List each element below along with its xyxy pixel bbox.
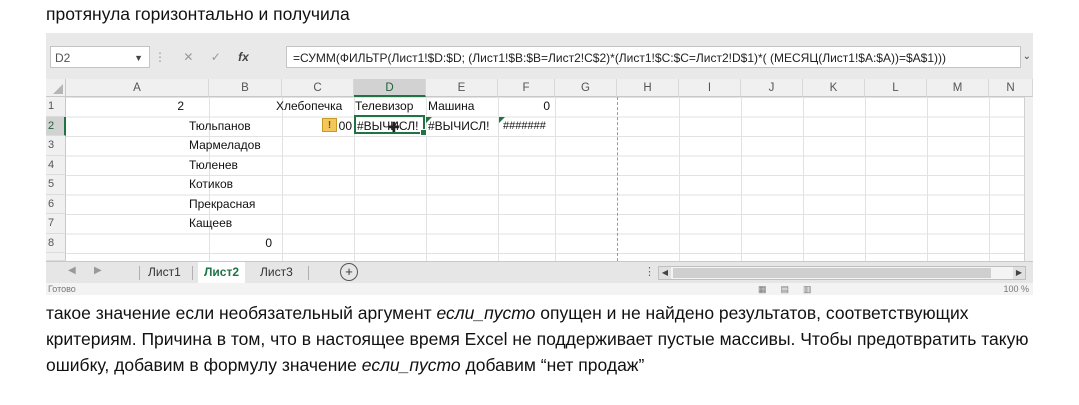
row-header-7[interactable]: 7 xyxy=(46,214,66,234)
horizontal-scrollbar[interactable]: ◀ ▶ xyxy=(658,266,1026,280)
cell-c2[interactable]: 00 xyxy=(336,117,352,135)
sheet-tab-3[interactable]: Лист3 xyxy=(254,262,299,283)
scroll-right-icon[interactable]: ▶ xyxy=(1013,267,1025,279)
column-header-l[interactable]: L xyxy=(865,79,927,97)
cell-b8[interactable]: 0 xyxy=(189,234,272,252)
column-header-m[interactable]: M xyxy=(927,79,989,97)
fill-handle[interactable] xyxy=(420,129,427,136)
column-header-g[interactable]: G xyxy=(555,79,617,97)
para-text: такое значение если необязательный аргум… xyxy=(46,303,437,323)
cell-b6[interactable]: Прекрасная xyxy=(189,195,281,213)
scrollbar-thumb[interactable] xyxy=(673,268,991,278)
column-header-h[interactable]: H xyxy=(617,79,679,97)
formula-input[interactable]: =СУММ(ФИЛЬТР(Лист1!$D:$D; (Лист1!$B:$B=Л… xyxy=(286,46,1021,68)
para-emphasis: если_пусто xyxy=(361,355,461,375)
column-header-f[interactable]: F xyxy=(498,79,555,97)
sheet-tab-1[interactable]: Лист1 xyxy=(142,262,187,283)
more-icon[interactable]: ⋮ xyxy=(154,46,166,68)
column-header-k[interactable]: K xyxy=(803,79,865,97)
column-header-b[interactable]: B xyxy=(209,79,282,97)
column-header-c[interactable]: C xyxy=(282,79,354,97)
function-icon[interactable]: fx xyxy=(238,46,249,68)
warning-icon[interactable]: ! xyxy=(322,118,337,132)
cell-f1[interactable]: 0 xyxy=(500,97,550,115)
column-header-i[interactable]: I xyxy=(679,79,741,97)
cell-b4[interactable]: Тюленев xyxy=(189,156,281,174)
row-header-3[interactable]: 3 xyxy=(46,136,66,156)
row-header-4[interactable]: 4 xyxy=(46,155,66,175)
vertical-scrollbar[interactable] xyxy=(1024,97,1033,261)
formula-bar-buttons: ⋮ ✕ ✓ fx xyxy=(154,46,263,68)
chevron-down-icon[interactable]: ▼ xyxy=(134,47,143,69)
zoom-level[interactable]: 100 % xyxy=(1003,283,1029,295)
cell-f2[interactable]: ####### xyxy=(503,117,555,135)
document-line: протянула горизонтально и получила xyxy=(46,4,350,24)
cell-a1[interactable]: 2 xyxy=(68,97,184,115)
page-break-line xyxy=(617,97,618,261)
expand-formula-icon[interactable]: ⌄ xyxy=(1023,51,1031,62)
row-header-2[interactable]: 2 xyxy=(46,116,66,136)
column-header-d[interactable]: D xyxy=(354,79,426,97)
cell-b2[interactable]: Тюльпанов xyxy=(189,117,281,135)
excel-screenshot: D2 ▼ ⋮ ✕ ✓ fx =СУММ(ФИЛЬТР(Лист1!$D:$D; … xyxy=(46,33,1033,295)
sheet-tab-2[interactable]: Лист2 xyxy=(198,262,246,285)
cell-b5[interactable]: Котиков xyxy=(189,175,281,193)
cancel-icon[interactable]: ✕ xyxy=(183,46,193,68)
formula-bar: D2 ▼ ⋮ ✕ ✓ fx =СУММ(ФИЛЬТР(Лист1!$D:$D; … xyxy=(46,33,1033,79)
cell-d1[interactable]: Телевизор xyxy=(355,97,426,115)
cell-c1[interactable]: Хлебопечка xyxy=(276,97,354,115)
para-emphasis: если_пусто xyxy=(436,303,536,323)
status-text: Готово xyxy=(48,284,76,294)
row-header-9[interactable] xyxy=(46,253,66,261)
cell-e1[interactable]: Машина xyxy=(428,97,498,115)
error-indicator xyxy=(499,117,505,123)
cross-cursor-icon: ✚ xyxy=(388,119,400,135)
select-all-button[interactable] xyxy=(46,79,66,97)
document-paragraph: такое значение если необязательный аргум… xyxy=(46,300,1056,378)
column-header-e[interactable]: E xyxy=(426,79,498,97)
add-sheet-icon[interactable]: + xyxy=(340,263,358,281)
column-header-n[interactable]: N xyxy=(989,79,1033,97)
column-header-a[interactable]: A xyxy=(66,79,209,97)
next-sheet-icon[interactable]: ▶ xyxy=(94,265,102,276)
confirm-icon[interactable]: ✓ xyxy=(211,46,221,68)
prev-sheet-icon[interactable]: ◀ xyxy=(68,265,76,276)
view-mode-icons[interactable]: ▦▤▥ xyxy=(758,283,826,295)
name-box[interactable]: D2 ▼ xyxy=(50,46,150,68)
row-header-8[interactable]: 8 xyxy=(46,233,66,253)
status-bar: Готово ▦▤▥ 100 % xyxy=(46,283,1033,295)
scroll-left-icon[interactable]: ◀ xyxy=(659,267,671,279)
sheet-tab-bar: ◀ ▶ Лист1 Лист2 Лист3 + ⋮ ◀ ▶ xyxy=(46,261,1033,285)
row-header-6[interactable]: 6 xyxy=(46,194,66,214)
row-header-1[interactable]: 1 xyxy=(46,97,66,117)
para-text: добавим “нет продаж” xyxy=(460,355,645,375)
row-header-5[interactable]: 5 xyxy=(46,175,66,195)
cell-e2[interactable]: #ВЫЧИСЛ! xyxy=(428,117,498,135)
cell-b3[interactable]: Мармеладов xyxy=(189,136,281,154)
name-box-value: D2 xyxy=(55,51,71,65)
cell-b7[interactable]: Кащеев xyxy=(189,214,281,232)
column-header-j[interactable]: J xyxy=(741,79,803,97)
more-icon[interactable]: ⋮ xyxy=(644,265,655,278)
error-indicator xyxy=(426,117,432,123)
